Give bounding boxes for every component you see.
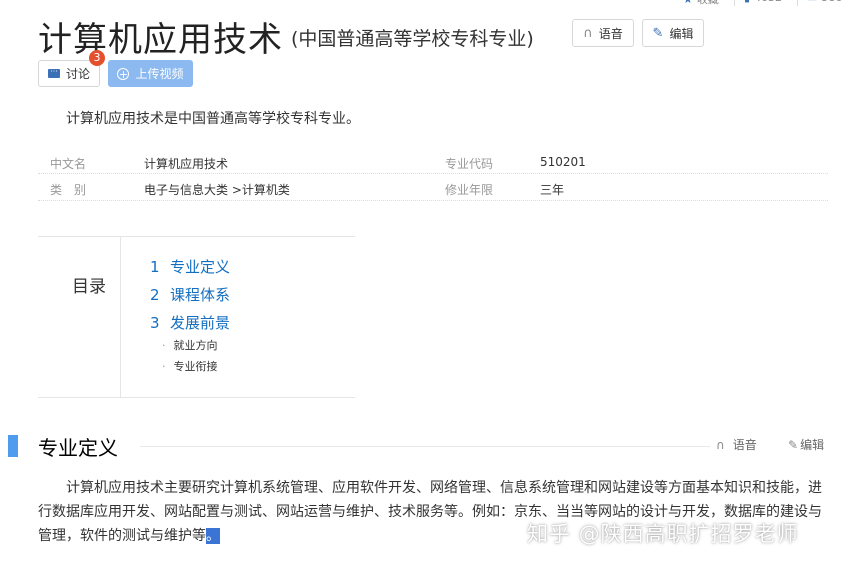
info-label-category: 类 别 bbox=[50, 183, 87, 197]
section-edit-button[interactable]: ✎ 编辑 bbox=[788, 436, 824, 453]
share-icon: ▭ bbox=[807, 0, 817, 4]
like-count[interactable]: ▮4632 bbox=[744, 0, 782, 4]
info-value-major-code: 510201 bbox=[540, 155, 586, 169]
info-label-major-code: 专业代码 bbox=[445, 157, 494, 171]
section-divider bbox=[140, 446, 710, 447]
pencil-icon: ✎ bbox=[788, 438, 799, 452]
divider bbox=[797, 0, 798, 6]
text-selection: 。 bbox=[206, 528, 220, 544]
watermark: 知乎 @陕西高职扩招罗老师 bbox=[527, 522, 799, 546]
share-count[interactable]: ▭586 bbox=[807, 0, 842, 4]
upload-video-button[interactable]: + 上传视频 bbox=[108, 60, 193, 87]
info-value-study-years: 三年 bbox=[540, 183, 565, 197]
plus-circle-icon: + bbox=[117, 67, 130, 81]
bullet-icon: · bbox=[162, 360, 166, 373]
toc-item-definition[interactable]: 1 专业定义 bbox=[150, 256, 230, 277]
pencil-icon: ✎ bbox=[652, 25, 664, 41]
summary-text: 计算机应用技术是中国普通高等学校专科专业。 bbox=[66, 111, 360, 127]
star-icon: ★ bbox=[683, 0, 693, 6]
toc-subitem-articulation[interactable]: · 专业衔接 bbox=[162, 358, 218, 374]
bullet-icon: · bbox=[162, 339, 166, 352]
page-subtitle: (中国普通高等学校专科专业) bbox=[291, 28, 534, 50]
info-value-chinese-name: 计算机应用技术 bbox=[144, 157, 229, 171]
headphones-icon: ∩ bbox=[583, 25, 593, 41]
section-voice-button[interactable]: ∩ 语音 bbox=[716, 436, 757, 453]
info-value-category: 电子与信息大类 >计算机类 bbox=[144, 183, 290, 197]
info-label-study-years: 修业年限 bbox=[445, 183, 494, 197]
toc-item-curriculum[interactable]: 2 课程体系 bbox=[150, 284, 230, 305]
info-label-chinese-name: 中文名 bbox=[50, 157, 87, 171]
toc-title: 目录 bbox=[72, 277, 106, 297]
voice-button[interactable]: ∩ 语音 bbox=[572, 19, 634, 47]
info-row-divider bbox=[38, 173, 828, 175]
toc-subitem-employment[interactable]: · 就业方向 bbox=[162, 337, 218, 353]
discuss-count-badge: 3 bbox=[89, 50, 105, 66]
page-title: 计算机应用技术 bbox=[38, 20, 283, 60]
thumb-icon: ▮ bbox=[744, 0, 750, 4]
edit-button[interactable]: ✎ 编辑 bbox=[642, 19, 704, 47]
toc-item-prospects[interactable]: 3 发展前景 bbox=[150, 312, 230, 333]
section-title: 专业定义 bbox=[38, 436, 118, 460]
discuss-button[interactable]: ··· 讨论 bbox=[38, 60, 100, 87]
headphones-icon: ∩ bbox=[716, 438, 725, 452]
collect-action[interactable]: ★收藏 bbox=[683, 0, 719, 7]
divider bbox=[734, 0, 735, 6]
comment-icon: ··· bbox=[47, 68, 60, 78]
toc-divider bbox=[120, 237, 121, 398]
section-accent-bar bbox=[8, 435, 18, 457]
info-row-divider bbox=[38, 200, 828, 202]
